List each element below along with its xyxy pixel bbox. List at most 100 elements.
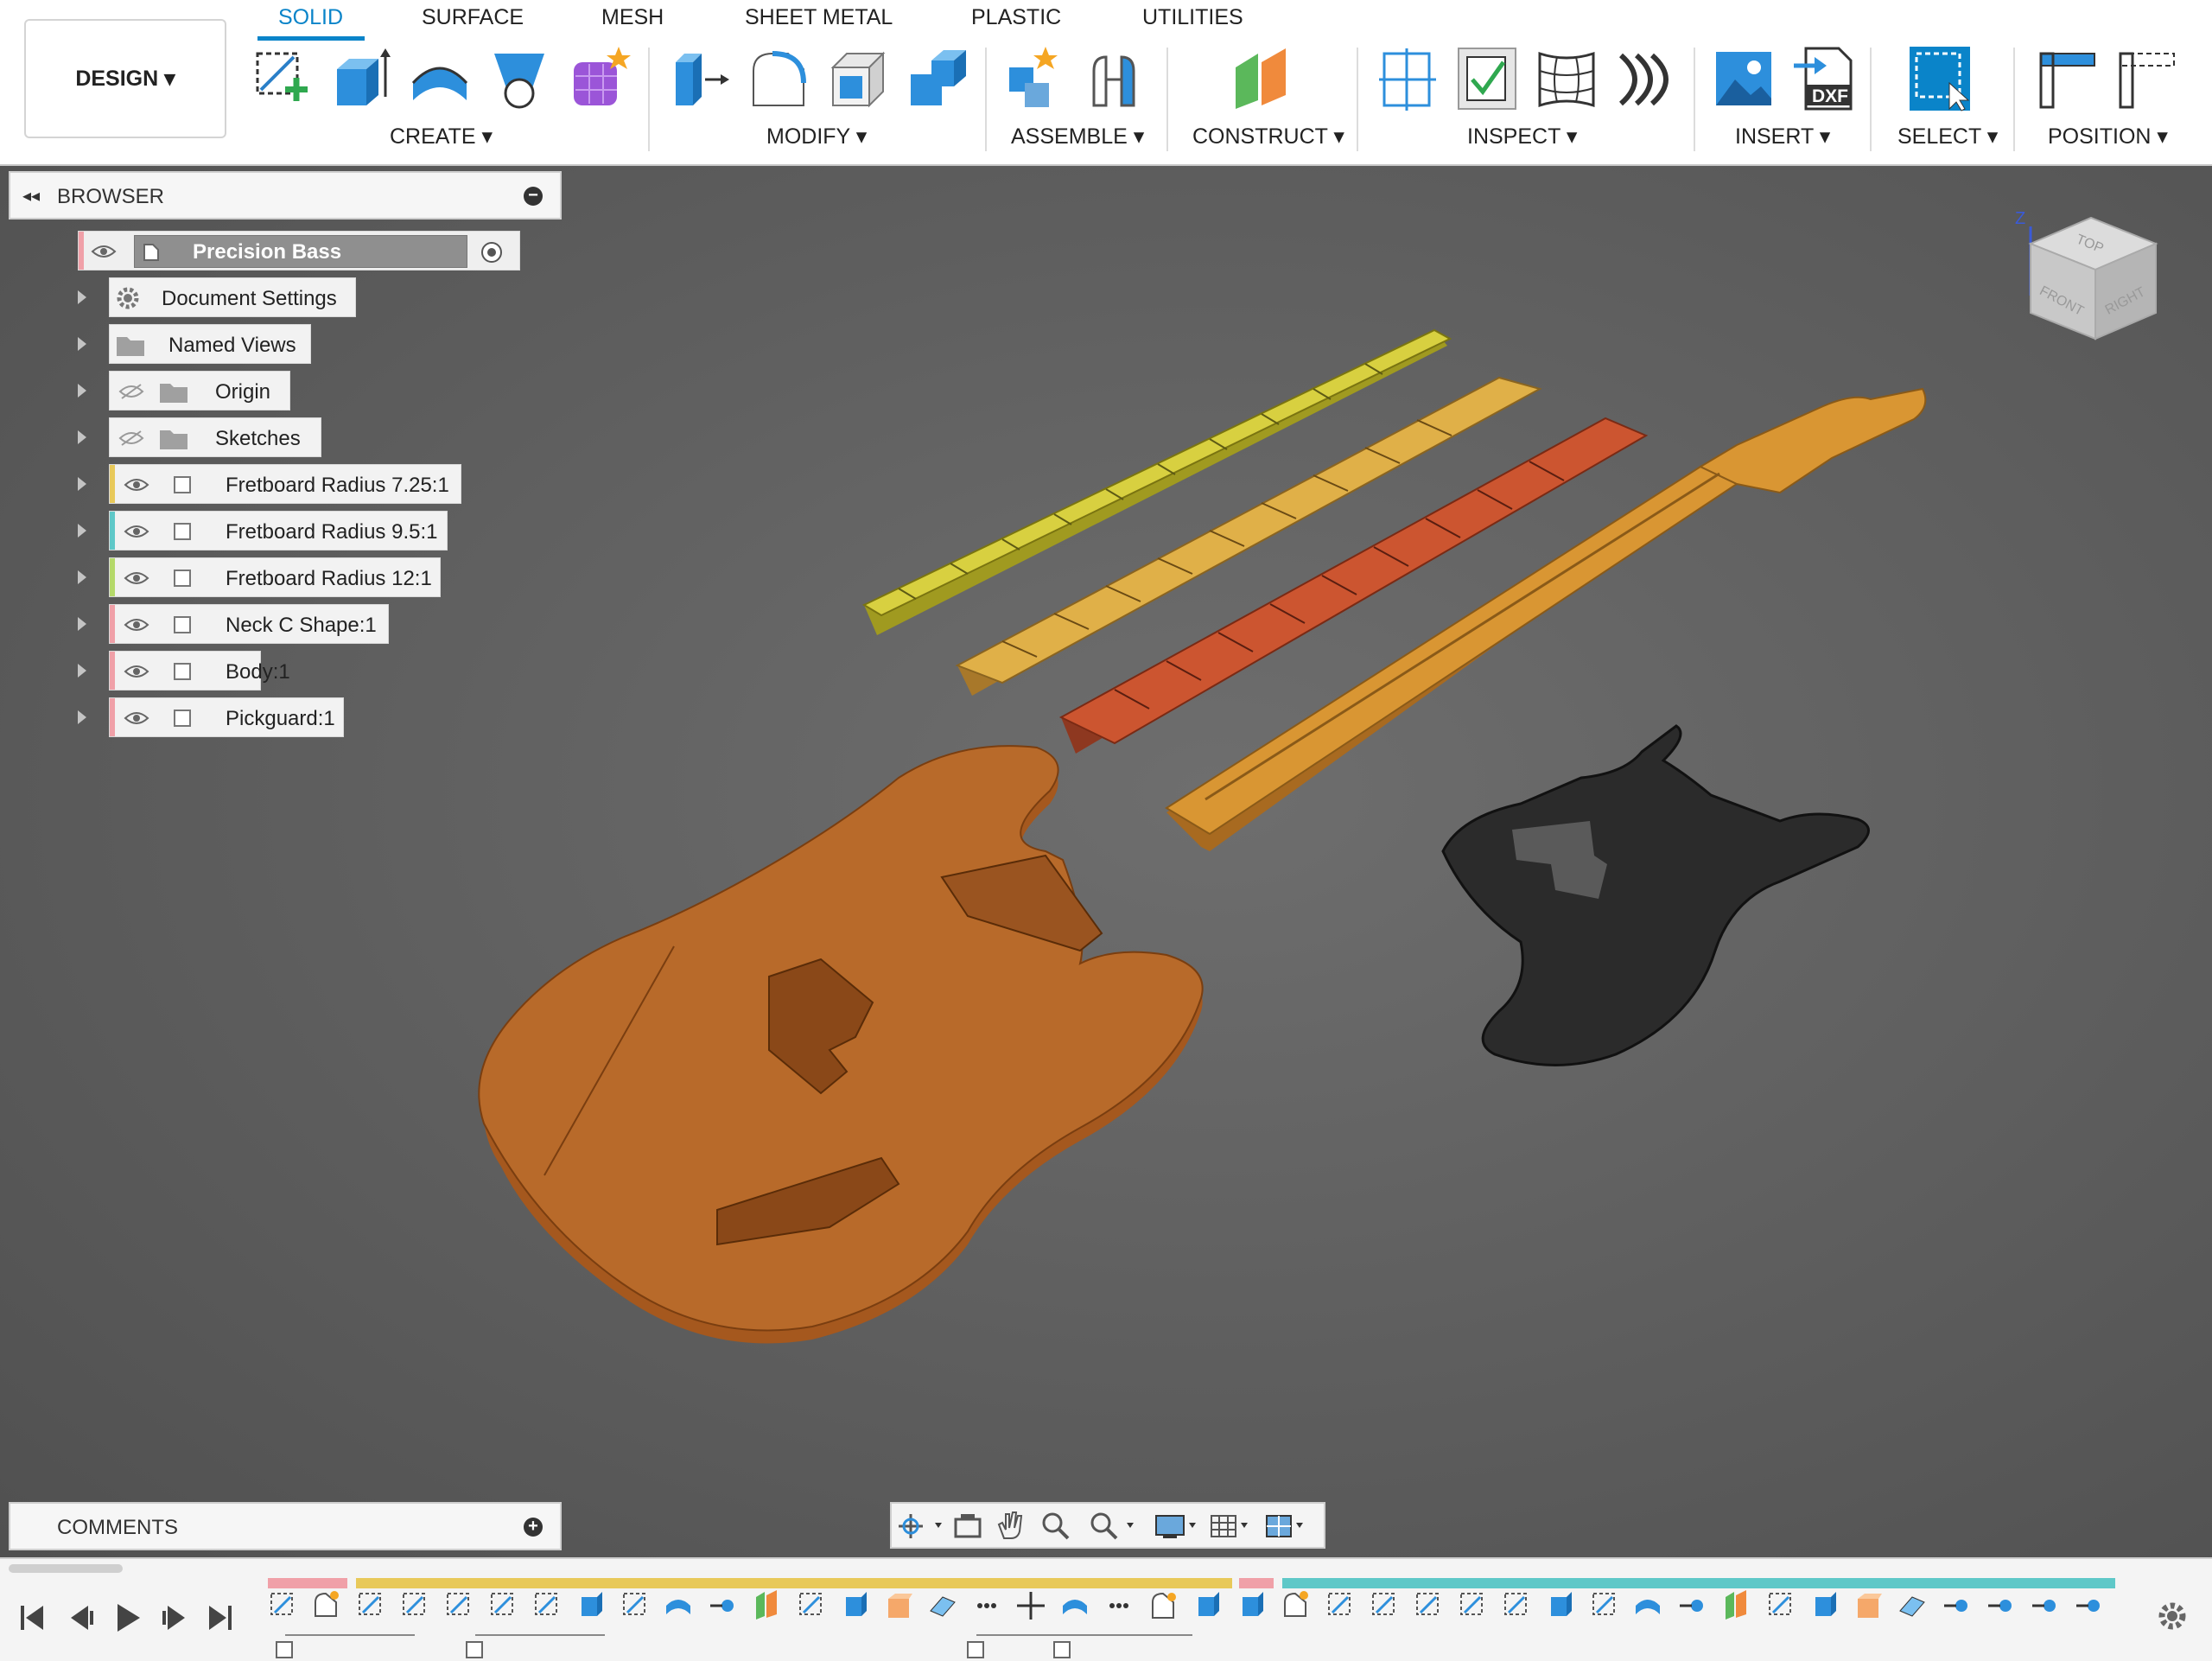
tree-expander[interactable] (78, 570, 86, 584)
eye-icon[interactable] (124, 570, 149, 587)
comments-panel-header[interactable]: COMMENTS + (9, 1502, 562, 1550)
fillet-icon[interactable] (747, 45, 810, 112)
model-canvas[interactable] (0, 166, 2212, 1557)
timeline-feature-icon[interactable] (799, 1593, 822, 1615)
tab-mesh[interactable]: MESH (601, 5, 664, 30)
construct-menu[interactable]: CONSTRUCT ▾ (1192, 124, 1344, 150)
eye-icon[interactable] (124, 663, 149, 680)
timeline-feature-icon[interactable] (1769, 1593, 1791, 1615)
offset-plane-icon[interactable] (1230, 45, 1294, 112)
timeline-feature-icon[interactable] (710, 1600, 734, 1612)
timeline-feature-icon[interactable] (846, 1592, 867, 1616)
timeline-feature-icon[interactable] (1815, 1592, 1836, 1616)
modify-menu[interactable]: MODIFY ▾ (766, 124, 867, 150)
eye-hidden-icon[interactable] (118, 383, 144, 400)
pickguard-model[interactable] (1441, 724, 1870, 1066)
tree-expander[interactable] (78, 384, 86, 398)
capture-position-icon[interactable] (2036, 45, 2100, 112)
body-model[interactable] (478, 745, 1204, 1344)
timeline-marker[interactable] (1053, 1634, 1192, 1658)
timeline-feature-icon[interactable] (1858, 1594, 1882, 1618)
timeline-feature-icon[interactable] (1726, 1590, 1746, 1620)
insert-menu[interactable]: INSERT ▾ (1735, 124, 1830, 150)
tab-plastic[interactable]: PLASTIC (971, 5, 1061, 30)
viewcube[interactable] (2013, 200, 2169, 365)
timeline-feature-icon[interactable] (1152, 1592, 1176, 1619)
measure-icon[interactable] (1376, 45, 1440, 112)
browser-root-row[interactable]: Precision Bass (78, 231, 520, 270)
browser-minimize-icon[interactable]: − (524, 187, 543, 206)
eye-icon[interactable] (124, 710, 149, 727)
timeline-feature-icon[interactable] (2076, 1600, 2100, 1612)
combine-icon[interactable] (906, 45, 969, 112)
timeline-feature-icon[interactable] (1551, 1592, 1572, 1616)
timeline-feature-icon[interactable] (1899, 1596, 1925, 1617)
position-menu[interactable]: POSITION ▾ (2048, 124, 2168, 150)
inspect-menu[interactable]: INSPECT ▾ (1467, 124, 1577, 150)
revert-position-icon[interactable] (2115, 45, 2179, 112)
revolve-icon[interactable] (408, 45, 472, 112)
timeline-feature-icon[interactable] (491, 1593, 513, 1615)
tree-expander[interactable] (78, 617, 86, 631)
browser-item-fretboard-12[interactable]: Fretboard Radius 12:1 (109, 557, 441, 597)
tree-expander[interactable] (78, 430, 86, 444)
timeline-marker[interactable] (276, 1634, 415, 1658)
browser-item-origin[interactable]: Origin (109, 371, 290, 410)
browser-item-named-views[interactable]: Named Views (109, 324, 311, 364)
tree-expander[interactable] (78, 664, 86, 678)
timeline-marker[interactable] (967, 1634, 1106, 1658)
timeline-feature-icon[interactable] (666, 1600, 690, 1614)
tree-expander[interactable] (78, 477, 86, 491)
go-to-end-icon[interactable] (209, 1606, 232, 1630)
eye-hidden-icon[interactable] (118, 430, 144, 447)
timeline-features[interactable] (268, 1590, 2117, 1659)
timeline-feature-icon[interactable] (1460, 1593, 1483, 1615)
tab-utilities[interactable]: UTILITIES (1142, 5, 1243, 30)
go-to-start-icon[interactable] (21, 1606, 43, 1630)
browser-item-body[interactable]: Body:1 (109, 651, 290, 690)
browser-item-pickguard[interactable]: Pickguard:1 (109, 697, 344, 737)
step-forward-icon[interactable] (162, 1606, 185, 1630)
timeline-feature-icon[interactable] (1063, 1600, 1087, 1614)
eye-icon[interactable] (124, 616, 149, 633)
tab-solid[interactable]: SOLID (278, 5, 343, 30)
timeline-scrollbar[interactable] (9, 1564, 123, 1573)
tab-surface[interactable]: SURFACE (422, 5, 524, 30)
timeline-feature-icon[interactable] (582, 1592, 602, 1616)
zebra-analysis-icon[interactable] (1535, 45, 1599, 112)
new-component-icon[interactable] (1002, 45, 1066, 112)
eye-icon[interactable] (124, 523, 149, 540)
timeline-feature-icon[interactable] (930, 1596, 956, 1617)
timeline-feature-icon[interactable] (977, 1603, 996, 1608)
timeline-settings-gear-icon[interactable] (2155, 1599, 2190, 1633)
timeline-feature-icon[interactable] (1636, 1600, 1660, 1614)
timeline-feature-icon[interactable] (359, 1593, 381, 1615)
browser-root-expander[interactable] (43, 242, 52, 252)
browser-root-label[interactable]: Precision Bass (193, 240, 341, 264)
timeline-feature-icon[interactable] (1017, 1592, 1045, 1620)
timeline-feature-icon[interactable] (623, 1593, 645, 1615)
timeline-feature-icon[interactable] (315, 1591, 339, 1617)
select-icon[interactable] (1908, 45, 1972, 112)
design-workspace-button[interactable]: DESIGN ▾ (24, 19, 226, 138)
collapse-browser-icon[interactable]: ◂◂ (22, 185, 40, 207)
timeline-feature-icon[interactable] (1680, 1600, 1703, 1612)
create-menu[interactable]: CREATE ▾ (390, 124, 493, 150)
interference-icon[interactable] (1455, 45, 1519, 112)
eye-icon[interactable] (124, 476, 149, 493)
timeline-feature-icon[interactable] (1372, 1593, 1395, 1615)
play-icon[interactable] (118, 1604, 140, 1632)
tree-expander[interactable] (78, 710, 86, 724)
extrude-icon[interactable] (328, 45, 392, 112)
timeline-feature-icon[interactable] (756, 1590, 777, 1620)
eye-icon[interactable] (91, 243, 117, 260)
timeline-feature-icon[interactable] (1988, 1600, 2012, 1612)
create-form-icon[interactable] (567, 45, 631, 112)
select-menu[interactable]: SELECT ▾ (1897, 124, 1998, 150)
timeline-feature-icon[interactable] (1944, 1600, 1967, 1612)
timeline-feature-icon[interactable] (447, 1593, 469, 1615)
3d-viewport[interactable]: TOP FRONT RIGHT Z (0, 166, 2212, 1557)
timeline-feature-icon[interactable] (888, 1594, 912, 1618)
insert-canvas-icon[interactable] (1713, 45, 1777, 112)
step-back-icon[interactable] (71, 1606, 93, 1630)
